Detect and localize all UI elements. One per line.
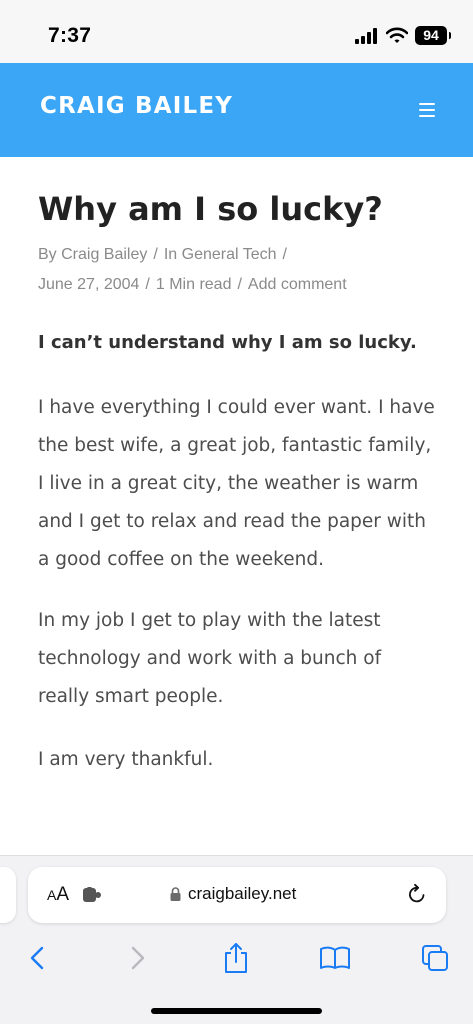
reader-aa-button[interactable]: AA xyxy=(47,884,69,906)
tabs-icon xyxy=(422,945,448,971)
meta-separator: / xyxy=(237,276,242,293)
status-icons: 94 xyxy=(355,26,451,45)
meta-separator: / xyxy=(282,246,287,263)
extension-icon[interactable] xyxy=(83,887,103,903)
menu-line xyxy=(419,115,435,117)
post-date: June 27, 2004 xyxy=(38,276,140,293)
share-button[interactable] xyxy=(214,936,258,980)
browser-toolbar: AA craigbailey.net xyxy=(0,855,473,1024)
forward-button[interactable] xyxy=(116,936,160,980)
meta-separator: / xyxy=(145,276,150,293)
back-button[interactable] xyxy=(15,936,59,980)
previous-tab-peek[interactable] xyxy=(0,867,16,923)
add-comment-link[interactable]: Add comment xyxy=(248,276,347,293)
status-time: 7:37 xyxy=(48,24,92,47)
share-icon xyxy=(225,943,247,973)
post-meta-author-category: By Craig Bailey / In General Tech / xyxy=(38,246,293,264)
post-paragraph: In my job I get to play with the latest … xyxy=(38,610,382,707)
category-link[interactable]: In General Tech xyxy=(164,246,277,263)
post-paragraph: I have everything I could ever want. I h… xyxy=(38,397,435,570)
status-bar: 7:37 94 xyxy=(0,0,473,63)
bookmarks-button[interactable] xyxy=(313,936,357,980)
wifi-icon xyxy=(386,27,408,43)
bookmarks-icon xyxy=(320,946,350,969)
read-time: 1 Min read xyxy=(155,276,232,293)
site-header: CRAIG BAILEY xyxy=(0,63,473,157)
home-indicator xyxy=(151,1008,322,1014)
meta-separator: / xyxy=(153,246,158,263)
back-icon xyxy=(30,946,44,970)
menu-line xyxy=(419,109,435,111)
hamburger-menu-icon[interactable] xyxy=(419,103,435,117)
author-link[interactable]: By Craig Bailey xyxy=(38,246,147,263)
post-title: Why am I so lucky? xyxy=(38,190,383,228)
browser-nav-row xyxy=(0,936,473,980)
address-bar[interactable]: AA craigbailey.net xyxy=(28,867,446,923)
reload-icon[interactable] xyxy=(406,883,428,905)
tabs-button[interactable] xyxy=(413,936,457,980)
lock-icon xyxy=(170,887,181,901)
cellular-signal-icon xyxy=(355,27,377,44)
post-meta-date-comments: June 27, 2004 / 1 Min read / Add comment xyxy=(38,276,347,294)
site-title[interactable]: CRAIG BAILEY xyxy=(40,93,233,119)
post-paragraph: I am very thankful. xyxy=(38,749,214,770)
menu-line xyxy=(419,103,435,105)
url-text: craigbailey.net xyxy=(188,884,297,903)
forward-icon xyxy=(131,946,145,970)
post-lead: I can’t understand why I am so lucky. xyxy=(38,332,417,353)
battery-indicator: 94 xyxy=(415,26,451,45)
